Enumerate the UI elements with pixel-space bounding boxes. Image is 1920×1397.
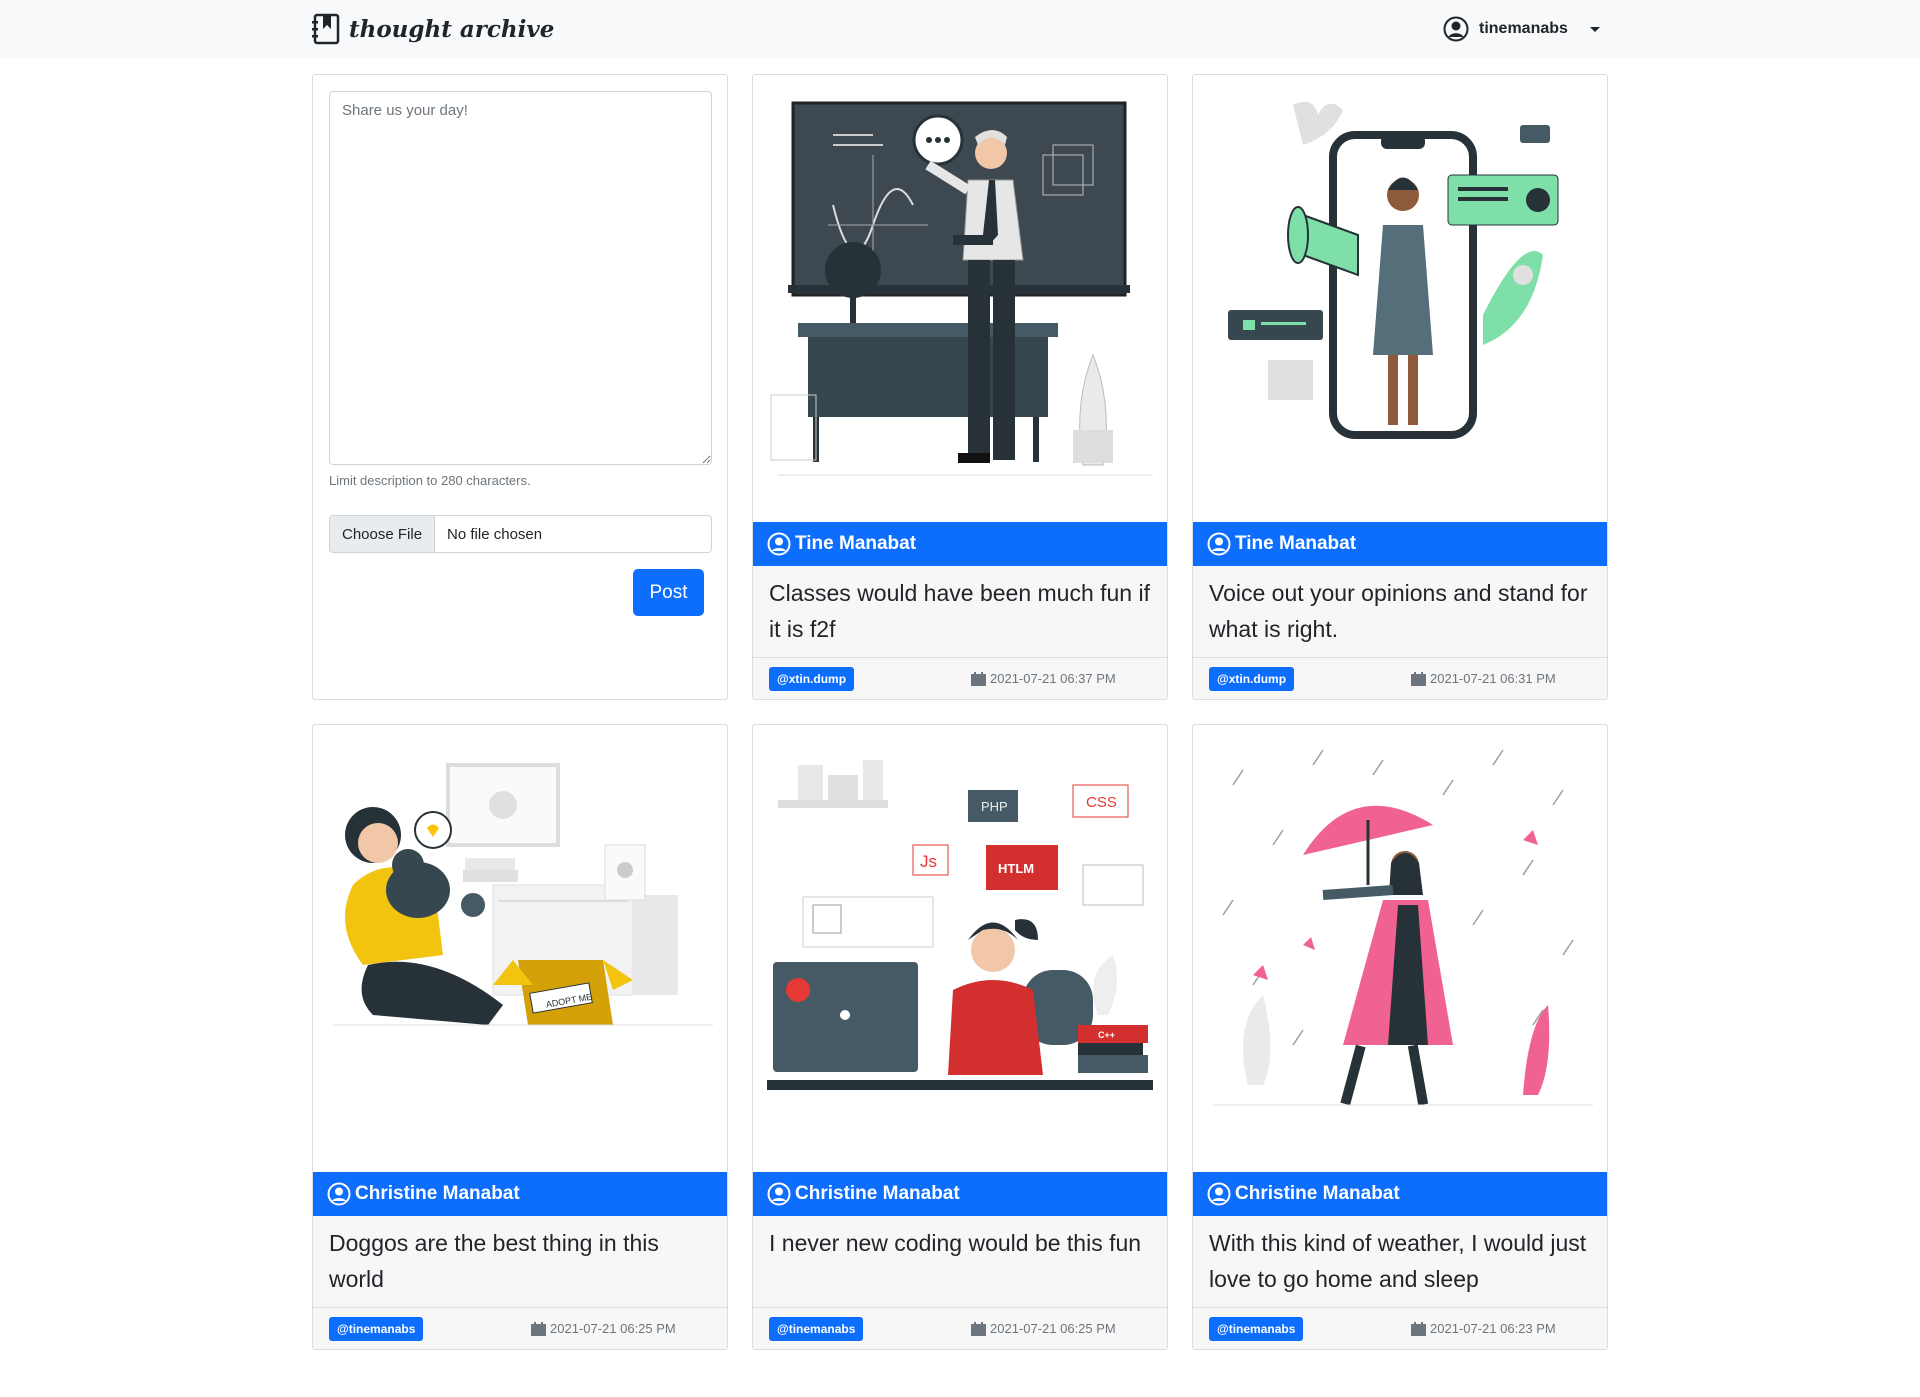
post-author: Christine Manabat (795, 1183, 960, 1204)
calendar-icon (971, 1321, 986, 1336)
brand-title: thought archive (349, 15, 555, 43)
calendar-icon (1411, 671, 1426, 686)
user-tag-badge[interactable]: @xtin.dump (769, 667, 855, 691)
js-label: Js (920, 852, 937, 871)
post-button[interactable]: Post (633, 569, 704, 616)
post-author-bar: Christine Manabat (753, 1172, 1167, 1216)
css-label: CSS (1086, 794, 1117, 811)
navbar: thought archive tinemanabs (0, 0, 1920, 58)
post-date-text: 2021-07-21 06:23 PM (1430, 1321, 1556, 1336)
teacher-illustration (753, 75, 1167, 522)
person-circle-icon (767, 1182, 791, 1206)
journal-bookmark-icon (312, 13, 340, 45)
post-author: Tine Manabat (795, 533, 917, 554)
post-card: ADOPT ME Christine Manabat Doggos are th… (312, 724, 728, 1350)
person-circle-icon (767, 532, 791, 556)
file-input[interactable]: Choose File No file chosen (329, 515, 712, 553)
post-card: Tine Manabat Voice out your opinions and… (1192, 74, 1608, 700)
post-text: I never new coding would be this fun (753, 1216, 1167, 1307)
post-author: Tine Manabat (1235, 533, 1357, 554)
post-author-bar: Tine Manabat (1193, 522, 1607, 566)
coding-illustration: PHP CSS Js HTLM C++ (753, 725, 1167, 1172)
post-card: PHP CSS Js HTLM C++ Christine Manabat I … (752, 724, 1168, 1350)
post-author: Christine Manabat (355, 1183, 520, 1204)
file-name-label: No file chosen (447, 525, 543, 543)
post-date: 2021-07-21 06:37 PM (971, 671, 1116, 686)
calendar-icon (1411, 1321, 1426, 1336)
user-tag-badge[interactable]: @tinemanabs (329, 1317, 424, 1341)
php-label: PHP (981, 799, 1008, 814)
user-dropdown[interactable]: tinemanabs (1443, 16, 1600, 42)
person-circle-icon (327, 1182, 351, 1206)
post-text: With this kind of weather, I would just … (1193, 1216, 1607, 1307)
post-author-bar: Christine Manabat (313, 1172, 727, 1216)
post-date-text: 2021-07-21 06:31 PM (1430, 671, 1556, 686)
post-footer: @tinemanabs 2021-07-21 06:25 PM (313, 1307, 727, 1349)
post-author: Christine Manabat (1235, 1183, 1400, 1204)
post-footer: @tinemanabs 2021-07-21 06:23 PM (1193, 1307, 1607, 1349)
post-date: 2021-07-21 06:31 PM (1411, 671, 1556, 686)
post-date-text: 2021-07-21 06:37 PM (990, 671, 1116, 686)
post-composer: Limit description to 280 characters. Cho… (312, 74, 728, 700)
person-circle-icon (1207, 1182, 1231, 1206)
post-footer: @xtin.dump 2021-07-21 06:31 PM (1193, 657, 1607, 699)
rain-umbrella-illustration (1193, 725, 1607, 1172)
post-text: Doggos are the best thing in this world (313, 1216, 727, 1307)
megaphone-illustration (1193, 75, 1607, 522)
post-date: 2021-07-21 06:25 PM (531, 1321, 676, 1336)
post-card: Christine Manabat With this kind of weat… (1192, 724, 1608, 1350)
person-circle-icon (1443, 16, 1469, 42)
post-textarea[interactable] (329, 91, 712, 465)
calendar-icon (971, 671, 986, 686)
calendar-icon (531, 1321, 546, 1336)
post-card: Tine Manabat Classes would have been muc… (752, 74, 1168, 700)
post-author-bar: Tine Manabat (753, 522, 1167, 566)
post-text: Classes would have been much fun if it i… (753, 566, 1167, 657)
post-date-text: 2021-07-21 06:25 PM (990, 1321, 1116, 1336)
post-text: Voice out your opinions and stand for wh… (1193, 566, 1607, 657)
username-label: tinemanabs (1479, 20, 1568, 37)
user-tag-badge[interactable]: @tinemanabs (769, 1317, 864, 1341)
chevron-down-icon (1589, 26, 1600, 32)
dog-hug-illustration: ADOPT ME (313, 725, 727, 1172)
person-circle-icon (1207, 532, 1231, 556)
user-tag-badge[interactable]: @tinemanabs (1209, 1317, 1304, 1341)
post-date-text: 2021-07-21 06:25 PM (550, 1321, 676, 1336)
character-limit-helper: Limit description to 280 characters. (329, 473, 531, 488)
cpp-label: C++ (1098, 1030, 1115, 1040)
htlm-label: HTLM (998, 861, 1034, 876)
brand-link[interactable]: thought archive (311, 13, 554, 45)
post-author-bar: Christine Manabat (1193, 1172, 1607, 1216)
post-footer: @xtin.dump 2021-07-21 06:37 PM (753, 657, 1167, 699)
choose-file-button[interactable]: Choose File (330, 516, 436, 552)
user-tag-badge[interactable]: @xtin.dump (1209, 667, 1295, 691)
post-date: 2021-07-21 06:25 PM (971, 1321, 1116, 1336)
post-footer: @tinemanabs 2021-07-21 06:25 PM (753, 1307, 1167, 1349)
post-date: 2021-07-21 06:23 PM (1411, 1321, 1556, 1336)
